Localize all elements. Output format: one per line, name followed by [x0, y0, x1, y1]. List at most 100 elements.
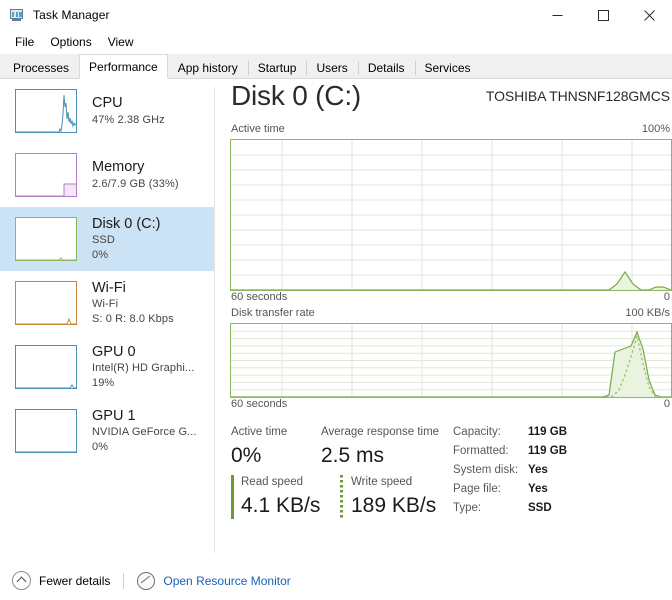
gpu-0-mini-graph [15, 345, 77, 389]
stat-read-speed-label: Read speed [241, 476, 303, 488]
menu-bar: File Options View [0, 31, 672, 53]
tab-startup[interactable]: Startup [248, 56, 307, 78]
active-time-graph[interactable] [230, 139, 672, 291]
resource-monitor-icon [137, 572, 155, 590]
stat-active-time-value: 0% [231, 444, 261, 468]
page-title: Disk 0 (C:) [231, 79, 361, 113]
menu-item-view[interactable]: View [101, 33, 141, 51]
fewer-details-button[interactable]: Fewer details [12, 571, 110, 590]
stat-write-speed-label: Write speed [351, 476, 412, 488]
transfer-rate-graph-min: 0 [664, 398, 670, 410]
sidebar-item-cpu-text: CPU 47% 2.38 GHz [92, 96, 165, 126]
info-label-system-disk: System disk: [453, 464, 518, 476]
sidebar-item-gpu-0-title: GPU 0 [92, 345, 194, 360]
maximize-button[interactable] [580, 0, 626, 30]
sidebar-item-gpu-1-text: GPU 1 NVIDIA GeForce G... 0% [92, 409, 197, 454]
window-controls [534, 0, 672, 30]
sidebar-item-cpu-title: CPU [92, 96, 165, 111]
content-area: CPU 47% 2.38 GHz Memory 2.6/7.9 GB (33%) [0, 79, 672, 561]
sidebar-item-wifi-text: Wi-Fi Wi-Fi S: 0 R: 8.0 Kbps [92, 281, 174, 326]
task-manager-window: Task Manager File Options View Processes… [0, 0, 672, 600]
task-manager-icon [9, 7, 25, 23]
menu-item-file[interactable]: File [8, 33, 41, 51]
resource-sidebar: CPU 47% 2.38 GHz Memory 2.6/7.9 GB (33%) [0, 79, 215, 561]
sidebar-item-gpu-0-sub1: Intel(R) HD Graphi... [92, 363, 194, 374]
stats-area: Active time 0% Average response time 2.5… [230, 424, 672, 542]
sidebar-item-gpu-1-title: GPU 1 [92, 409, 197, 424]
sidebar-item-wifi-sub1: Wi-Fi [92, 299, 174, 310]
sidebar-item-disk-0-sub2: 0% [92, 250, 160, 261]
sidebar-item-disk-0[interactable]: Disk 0 (C:) SSD 0% [0, 207, 215, 271]
sidebar-item-cpu-sub: 47% 2.38 GHz [92, 115, 165, 126]
sidebar-item-disk-0-text: Disk 0 (C:) SSD 0% [92, 217, 160, 262]
active-time-graph-title: Active time [231, 123, 285, 135]
gpu-1-mini-graph [15, 409, 77, 453]
read-speed-accent-bar [231, 475, 234, 519]
transfer-rate-graph-time: 60 seconds [231, 398, 287, 410]
active-time-graph-block: Active time 100% [230, 123, 672, 307]
tab-services[interactable]: Services [415, 56, 481, 78]
open-resource-monitor-link[interactable]: Open Resource Monitor [137, 572, 290, 590]
sidebar-item-gpu-0[interactable]: GPU 0 Intel(R) HD Graphi... 19% [0, 335, 215, 399]
tab-users[interactable]: Users [306, 56, 357, 78]
active-time-graph-footer: 60 seconds 0 [230, 291, 672, 307]
write-speed-accent-bar [340, 475, 343, 519]
info-value-formatted: 119 GB [528, 445, 567, 457]
footer-bar: Fewer details Open Resource Monitor [0, 561, 672, 600]
fewer-details-label: Fewer details [39, 574, 110, 588]
close-button[interactable] [626, 0, 672, 30]
tab-performance[interactable]: Performance [79, 54, 168, 79]
stat-avg-response-value: 2.5 ms [321, 444, 384, 468]
footer-divider [123, 573, 124, 589]
active-time-graph-labels: Active time 100% [230, 123, 672, 139]
memory-mini-graph [15, 153, 77, 197]
sidebar-item-memory-sub: 2.6/7.9 GB (33%) [92, 179, 179, 190]
transfer-rate-graph-title: Disk transfer rate [231, 307, 315, 319]
stat-write-speed-value: 189 KB/s [351, 494, 436, 518]
minimize-button[interactable] [534, 0, 580, 30]
menu-item-options[interactable]: Options [43, 33, 98, 51]
sidebar-divider [214, 87, 215, 553]
transfer-rate-graph-labels: Disk transfer rate 100 KB/s [230, 307, 672, 323]
sidebar-item-memory-title: Memory [92, 160, 179, 175]
info-value-page-file: Yes [528, 483, 548, 495]
tab-details[interactable]: Details [358, 56, 415, 78]
stat-active-time-label: Active time [231, 426, 287, 438]
open-resource-monitor-label: Open Resource Monitor [163, 574, 290, 588]
active-time-graph-time: 60 seconds [231, 291, 287, 303]
title-bar: Task Manager [0, 0, 672, 30]
sidebar-item-cpu[interactable]: CPU 47% 2.38 GHz [0, 79, 215, 143]
sidebar-item-memory[interactable]: Memory 2.6/7.9 GB (33%) [0, 143, 215, 207]
transfer-rate-graph[interactable] [230, 323, 672, 398]
disk-mini-graph [15, 217, 77, 261]
transfer-rate-graph-footer: 60 seconds 0 [230, 398, 672, 414]
transfer-rate-graph-max: 100 KB/s [625, 307, 670, 319]
sidebar-item-memory-text: Memory 2.6/7.9 GB (33%) [92, 160, 179, 190]
window-title: Task Manager [33, 8, 110, 22]
stat-read-speed-value: 4.1 KB/s [241, 494, 320, 518]
chevron-up-icon [12, 571, 31, 590]
sidebar-item-wifi[interactable]: Wi-Fi Wi-Fi S: 0 R: 8.0 Kbps [0, 271, 215, 335]
sidebar-item-disk-0-sub1: SSD [92, 235, 160, 246]
sidebar-item-gpu-1-sub2: 0% [92, 442, 197, 453]
transfer-rate-graph-block: Disk transfer rate 100 KB/s [230, 307, 672, 414]
info-label-type: Type: [453, 502, 481, 514]
info-value-system-disk: Yes [528, 464, 548, 476]
info-label-capacity: Capacity: [453, 426, 501, 438]
sidebar-item-gpu-1[interactable]: GPU 1 NVIDIA GeForce G... 0% [0, 399, 215, 463]
main-header: Disk 0 (C:) TOSHIBA THNSNF128GMCS [230, 79, 672, 123]
info-value-capacity: 119 GB [528, 426, 567, 438]
tab-processes[interactable]: Processes [3, 56, 79, 78]
active-time-graph-max: 100% [642, 123, 670, 135]
info-value-type: SSD [528, 502, 552, 514]
cpu-mini-graph [15, 89, 77, 133]
sidebar-item-disk-0-title: Disk 0 (C:) [92, 217, 160, 232]
sidebar-item-wifi-title: Wi-Fi [92, 281, 174, 296]
tab-strip: Processes Performance App history Startu… [0, 54, 672, 79]
sidebar-item-gpu-1-sub1: NVIDIA GeForce G... [92, 427, 197, 438]
main-panel: Disk 0 (C:) TOSHIBA THNSNF128GMCS Active… [230, 79, 672, 561]
wifi-mini-graph [15, 281, 77, 325]
tab-app-history[interactable]: App history [168, 56, 248, 78]
disk-model-label: TOSHIBA THNSNF128GMCS [486, 88, 670, 104]
sidebar-item-gpu-0-text: GPU 0 Intel(R) HD Graphi... 19% [92, 345, 194, 390]
